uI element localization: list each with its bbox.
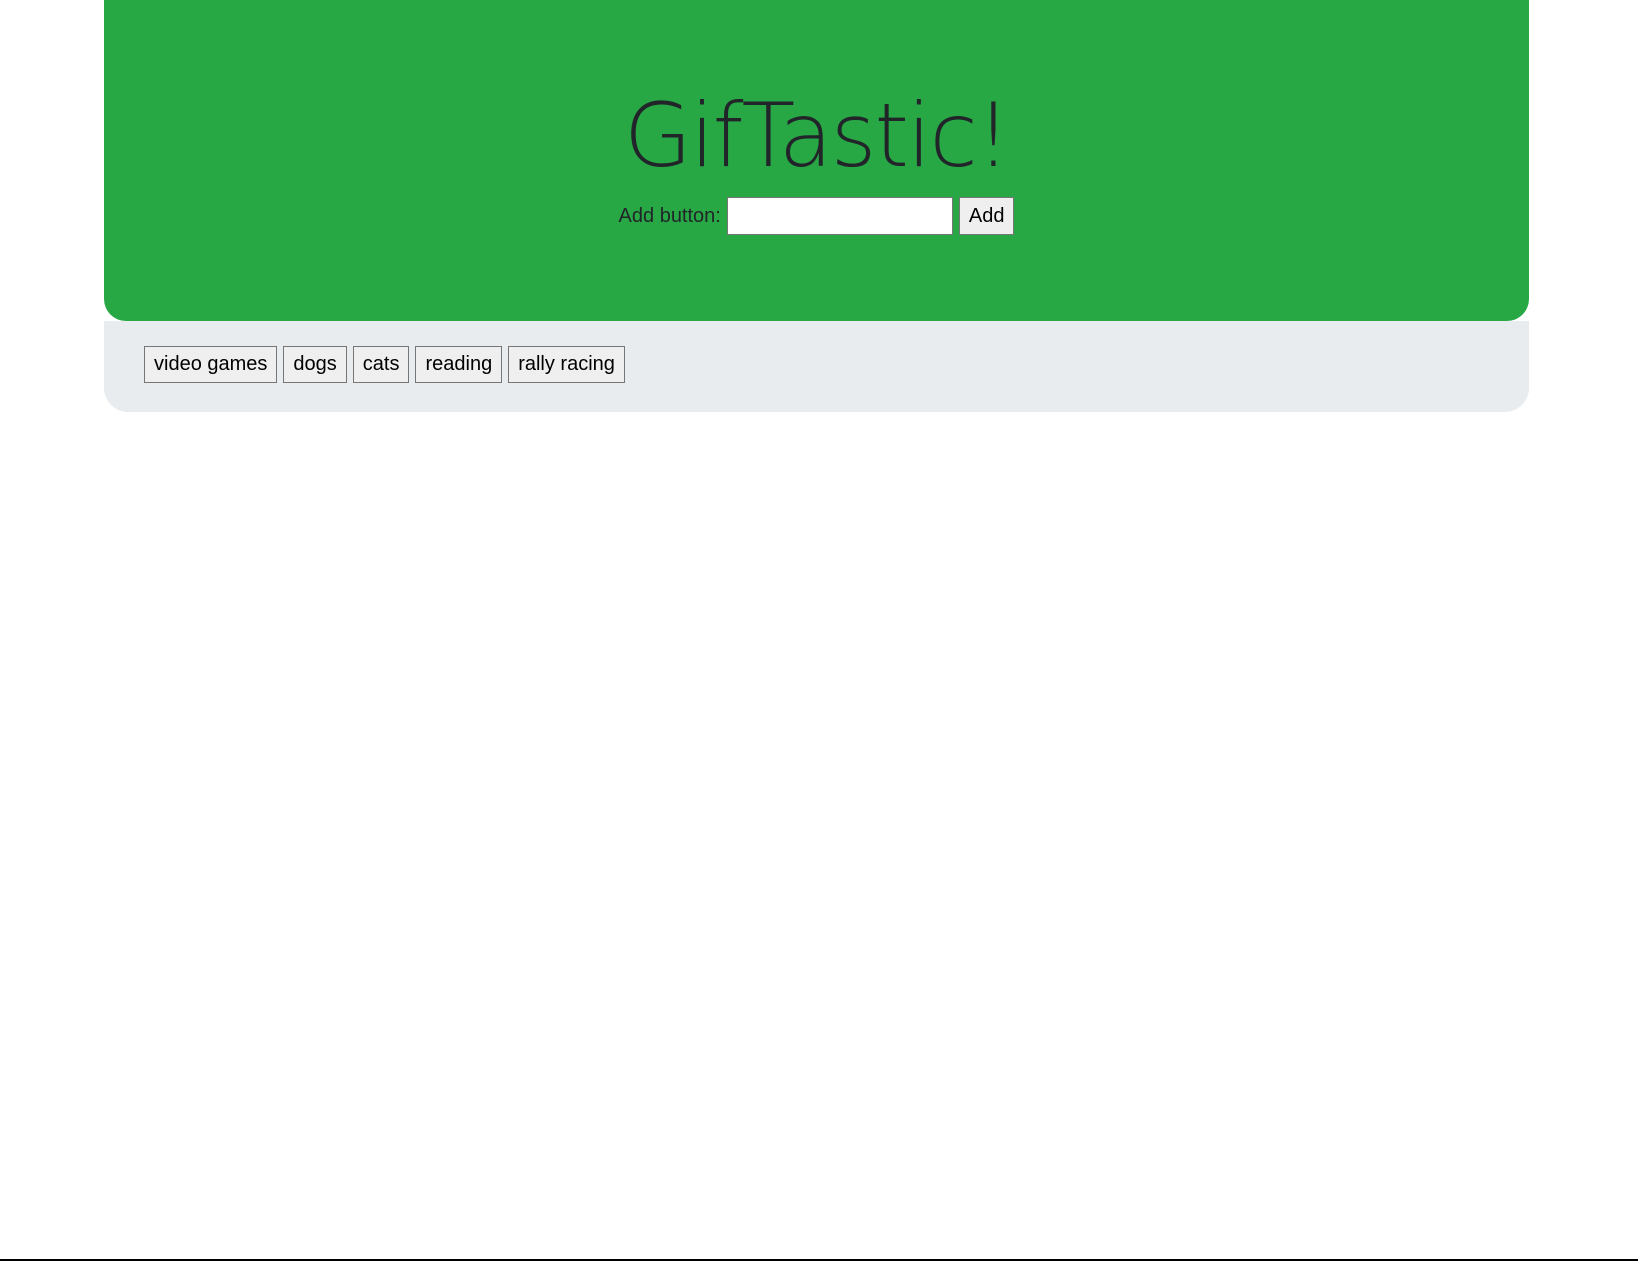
add-button-input[interactable] [726,197,953,235]
header-jumbotron: GifTastic! Add button: Add [104,0,1529,321]
topic-buttons-bar: video games dogs cats reading rally raci… [104,321,1529,412]
add-button-label: Add button: [618,204,721,227]
topic-button-reading[interactable]: reading [415,346,503,383]
topic-button-rally-racing[interactable]: rally racing [508,346,625,383]
page: GifTastic! Add button: Add video games d… [0,0,1638,1261]
topic-button-video-games[interactable]: video games [144,346,278,383]
add-submit-button[interactable]: Add [958,197,1015,235]
topic-button-cats[interactable]: cats [352,346,410,383]
topic-button-dogs[interactable]: dogs [283,346,347,383]
add-button-form: Add button: Add [104,197,1529,235]
page-title: GifTastic! [623,84,1011,187]
